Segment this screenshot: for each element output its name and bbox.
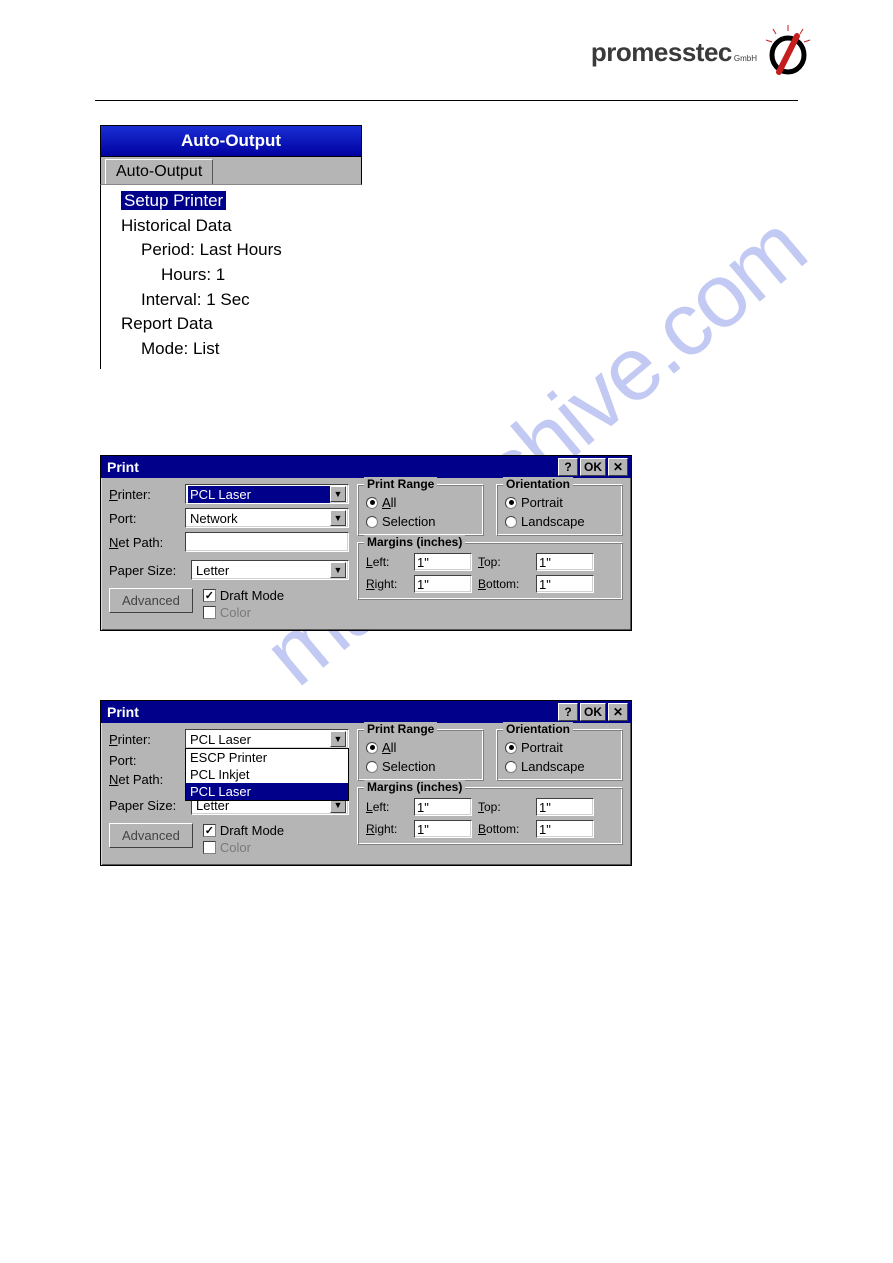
margin-right-input[interactable]: 1": [414, 820, 472, 838]
printer-option[interactable]: PCL Inkjet: [186, 766, 348, 783]
color-checkbox: Color: [203, 605, 284, 620]
tree-item-report-data[interactable]: Report Data: [121, 312, 362, 337]
paper-label: Paper Size:: [109, 563, 187, 578]
print-dialog-1: Print ? OK ✕ Printer: PCL Laser Port: Ne…: [100, 455, 632, 631]
netpath-label: Net Path:: [109, 772, 181, 787]
margin-left-label: Left:: [366, 800, 408, 814]
margins-title: Margins (inches): [364, 535, 465, 549]
auto-output-window: Auto-Output Auto-Output Setup Printer Hi…: [100, 125, 362, 369]
margin-left-input[interactable]: 1": [414, 798, 472, 816]
printer-option[interactable]: PCL Laser: [186, 783, 348, 800]
draft-mode-checkbox[interactable]: Draft Mode: [203, 823, 284, 838]
radio-selection[interactable]: Selection: [366, 514, 475, 529]
checkbox-icon: [203, 589, 216, 602]
window-title: Auto-Output: [100, 125, 362, 157]
tree-item-interval[interactable]: Interval: 1 Sec: [141, 288, 362, 313]
tree-item-mode[interactable]: Mode: List: [141, 337, 362, 362]
tab-row: Auto-Output: [100, 157, 362, 185]
port-label: Port:: [109, 753, 181, 768]
tree-item-setup-printer[interactable]: Setup Printer: [121, 189, 362, 214]
logo-icon: [763, 25, 813, 80]
ok-button[interactable]: OK: [580, 703, 606, 721]
printer-label: Printer:: [109, 732, 181, 747]
logo-subtext: GmbH: [734, 54, 757, 63]
dialog-titlebar: Print ? OK ✕: [101, 456, 631, 478]
printer-label: Printer:: [109, 487, 181, 502]
margin-bottom-label: Bottom:: [478, 822, 530, 836]
tree-item-hours[interactable]: Hours: 1: [161, 263, 362, 288]
printer-combo[interactable]: PCL Laser ESCP Printer PCL Inkjet PCL La…: [185, 729, 349, 749]
close-button[interactable]: ✕: [608, 458, 628, 476]
dialog-titlebar: Print ? OK ✕: [101, 701, 631, 723]
margin-bottom-input[interactable]: 1": [536, 820, 594, 838]
chevron-down-icon[interactable]: [330, 562, 346, 578]
tree-body: Setup Printer Historical Data Period: La…: [100, 185, 362, 369]
radio-all[interactable]: All: [366, 740, 475, 755]
margin-right-input[interactable]: 1": [414, 575, 472, 593]
checkbox-icon: [203, 824, 216, 837]
netpath-label: Net Path:: [109, 535, 181, 550]
radio-portrait[interactable]: Portrait: [505, 495, 614, 510]
help-button[interactable]: ?: [558, 458, 578, 476]
margin-right-label: Right:: [366, 822, 408, 836]
margin-bottom-input[interactable]: 1": [536, 575, 594, 593]
radio-portrait[interactable]: Portrait: [505, 740, 614, 755]
orientation-title: Orientation: [503, 722, 573, 736]
dialog-title: Print: [107, 459, 556, 475]
print-range-title: Print Range: [364, 477, 437, 491]
port-combo[interactable]: Network: [185, 508, 349, 528]
tree-item-historical-data[interactable]: Historical Data: [121, 214, 362, 239]
margins-title: Margins (inches): [364, 780, 465, 794]
tab-auto-output[interactable]: Auto-Output: [105, 159, 213, 184]
radio-all[interactable]: All: [366, 495, 475, 510]
advanced-button[interactable]: Advanced: [109, 588, 193, 613]
margin-left-label: Left:: [366, 555, 408, 569]
paper-combo[interactable]: Letter: [191, 560, 349, 580]
margin-left-input[interactable]: 1": [414, 553, 472, 571]
port-label: Port:: [109, 511, 181, 526]
margin-top-label: Top:: [478, 555, 530, 569]
help-button[interactable]: ?: [558, 703, 578, 721]
netpath-input[interactable]: [185, 532, 349, 552]
close-button[interactable]: ✕: [608, 703, 628, 721]
chevron-down-icon[interactable]: [330, 731, 346, 747]
radio-selection[interactable]: Selection: [366, 759, 475, 774]
orientation-title: Orientation: [503, 477, 573, 491]
margin-bottom-label: Bottom:: [478, 577, 530, 591]
margin-right-label: Right:: [366, 577, 408, 591]
radio-landscape[interactable]: Landscape: [505, 514, 614, 529]
checkbox-icon: [203, 841, 216, 854]
print-dialog-2: Print ? OK ✕ Printer: PCL Laser ESCP Pri…: [100, 700, 632, 866]
chevron-down-icon[interactable]: [330, 486, 346, 502]
printer-dropdown-list: ESCP Printer PCL Inkjet PCL Laser: [185, 748, 349, 801]
radio-landscape[interactable]: Landscape: [505, 759, 614, 774]
margin-top-input[interactable]: 1": [536, 798, 594, 816]
logo: promesstec GmbH: [591, 25, 813, 80]
logo-text: promesstec: [591, 37, 732, 68]
dialog-title: Print: [107, 704, 556, 720]
draft-mode-checkbox[interactable]: Draft Mode: [203, 588, 284, 603]
tree-item-period[interactable]: Period: Last Hours: [141, 238, 362, 263]
margin-top-label: Top:: [478, 800, 530, 814]
margin-top-input[interactable]: 1": [536, 553, 594, 571]
printer-option[interactable]: ESCP Printer: [186, 749, 348, 766]
color-checkbox: Color: [203, 840, 284, 855]
paper-label: Paper Size:: [109, 798, 187, 813]
chevron-down-icon[interactable]: [330, 510, 346, 526]
printer-combo[interactable]: PCL Laser: [185, 484, 349, 504]
advanced-button[interactable]: Advanced: [109, 823, 193, 848]
checkbox-icon: [203, 606, 216, 619]
ok-button[interactable]: OK: [580, 458, 606, 476]
print-range-title: Print Range: [364, 722, 437, 736]
